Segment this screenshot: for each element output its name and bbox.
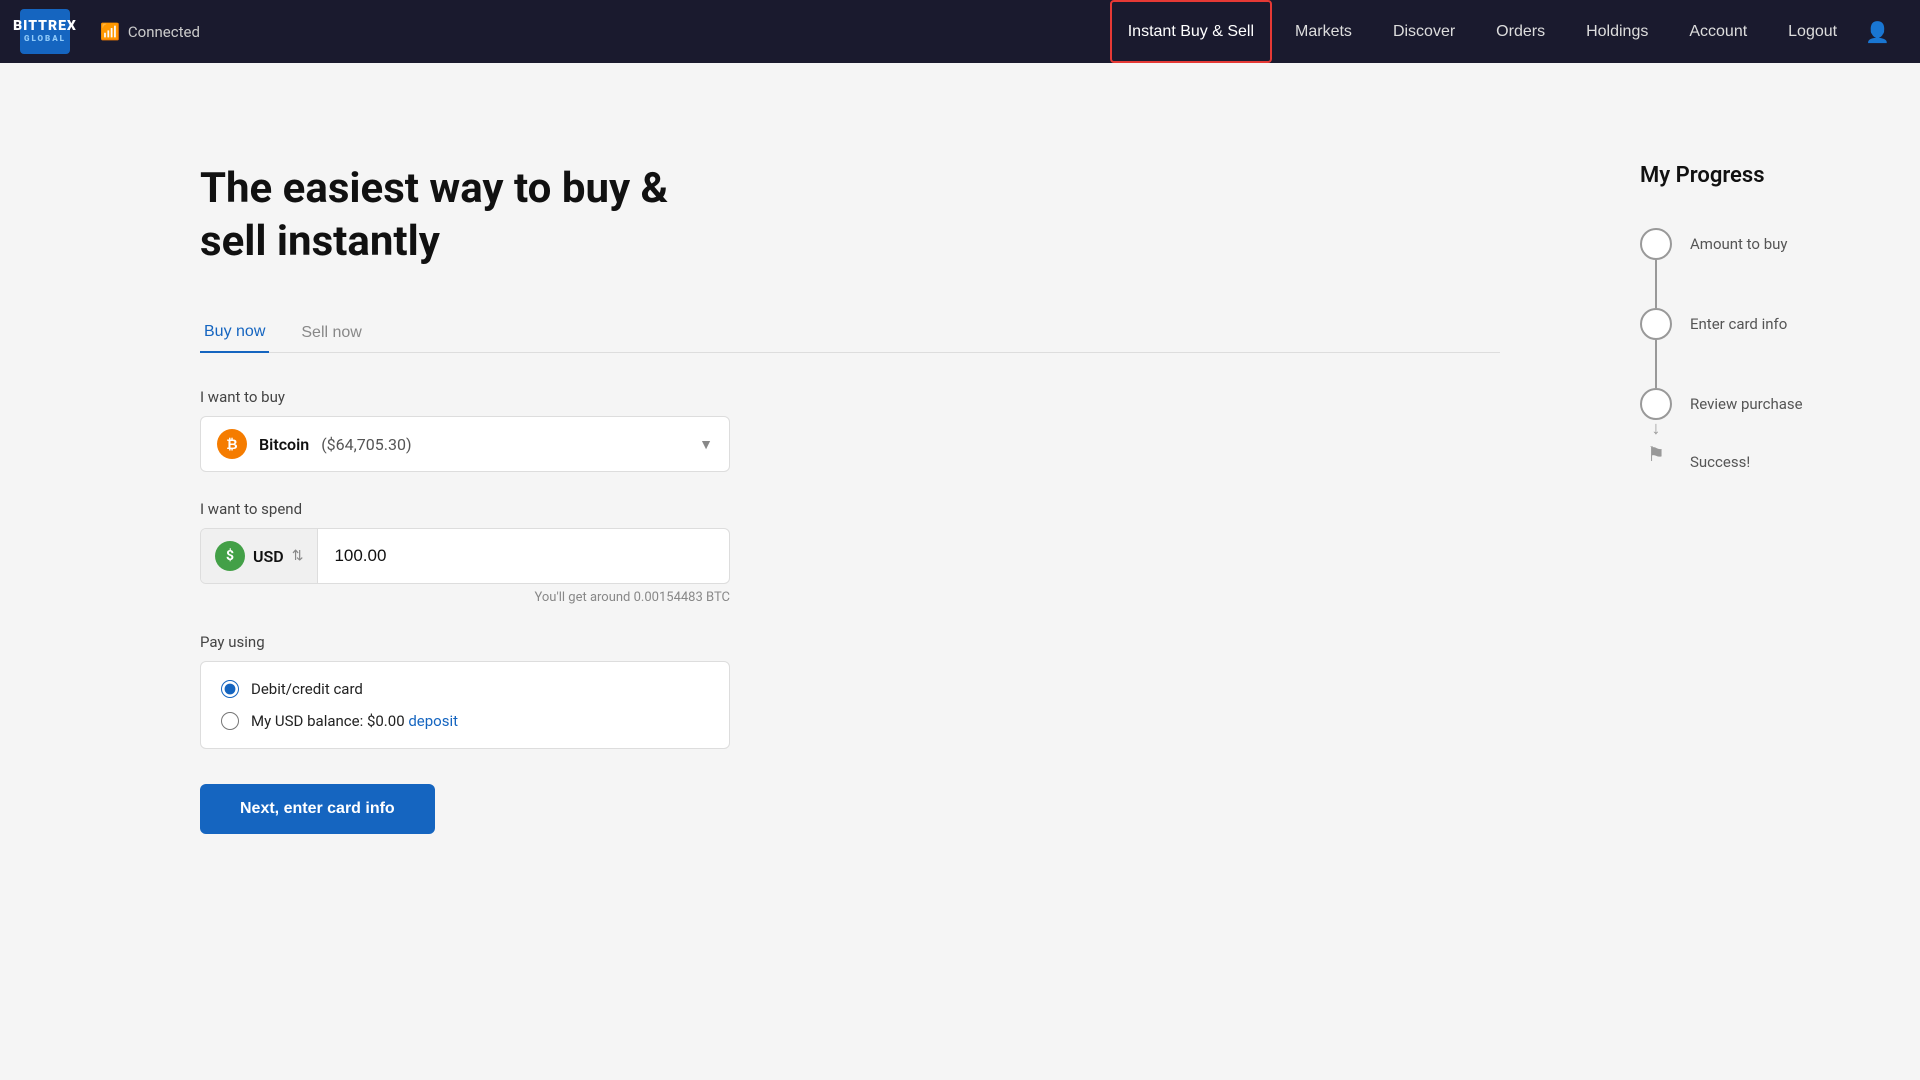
- currency-label: USD: [253, 547, 284, 566]
- pay-card-label: Debit/credit card: [251, 680, 363, 698]
- logo-icon: BITTREX GLOBAL: [20, 9, 70, 54]
- logo-top: BITTREX: [13, 19, 77, 34]
- navbar: BITTREX GLOBAL 📶 Connected Instant Buy &…: [0, 0, 1920, 63]
- currency-selector[interactable]: $ USD ⇅: [201, 529, 318, 583]
- nav-discover[interactable]: Discover: [1375, 0, 1473, 63]
- tabs: Buy now Sell now: [200, 313, 1500, 353]
- conversion-hint: You'll get around 0.00154483 BTC: [200, 590, 730, 605]
- steps-labels: Amount to buy Enter card info Review pur…: [1690, 228, 1803, 478]
- usd-icon: $: [215, 541, 245, 571]
- connected-label: Connected: [128, 23, 200, 41]
- tab-buy-now[interactable]: Buy now: [200, 313, 269, 353]
- connection-status: 📶 Connected: [100, 22, 200, 41]
- buy-label: I want to buy: [200, 388, 1500, 406]
- nav-instant-buy-sell[interactable]: Instant Buy & Sell: [1110, 0, 1272, 63]
- spend-label: I want to spend: [200, 500, 1500, 518]
- pay-option-card: Debit/credit card: [221, 680, 709, 698]
- currency-swap-icon[interactable]: ⇅: [292, 548, 304, 564]
- step-label-success: Success!: [1690, 446, 1803, 478]
- buy-form-group: I want to buy ₿ Bitcoin ($64,705.30) ▼: [200, 388, 1500, 472]
- pay-label: Pay using: [200, 633, 1500, 651]
- steps-connectors: ↓ ⚑: [1640, 228, 1672, 478]
- deposit-link[interactable]: deposit: [408, 712, 458, 730]
- step-label-card: Enter card info: [1690, 308, 1803, 340]
- spend-box: $ USD ⇅: [200, 528, 730, 584]
- arrow-down-icon: ↓: [1652, 420, 1661, 438]
- step-circle-1: [1640, 228, 1672, 260]
- pay-card-radio[interactable]: [221, 680, 239, 698]
- coin-name: Bitcoin: [259, 435, 309, 454]
- logo-area: BITTREX GLOBAL: [20, 9, 70, 54]
- coin-price: ($64,705.30): [321, 435, 411, 454]
- nav-markets[interactable]: Markets: [1277, 0, 1370, 63]
- connector-line-2: [1655, 340, 1657, 388]
- pay-option-balance: My USD balance: $0.00 deposit: [221, 712, 709, 730]
- flag-icon: ⚑: [1640, 438, 1672, 470]
- pay-box: Debit/credit card My USD balance: $0.00 …: [200, 661, 730, 749]
- step-circle-3: [1640, 388, 1672, 420]
- left-panel: The easiest way to buy & sell instantly …: [0, 63, 1580, 1080]
- progress-steps: ↓ ⚑ Amount to buy Enter card info Review…: [1640, 228, 1880, 478]
- coin-selector[interactable]: ₿ Bitcoin ($64,705.30) ▼: [200, 416, 730, 472]
- logo-bottom: GLOBAL: [24, 35, 66, 44]
- nav-holdings[interactable]: Holdings: [1568, 0, 1666, 63]
- step-label-review: Review purchase: [1690, 388, 1803, 420]
- bitcoin-icon: ₿: [217, 429, 247, 459]
- step-circle-2: [1640, 308, 1672, 340]
- pay-balance-radio[interactable]: [221, 712, 239, 730]
- nav-account[interactable]: Account: [1671, 0, 1765, 63]
- chevron-down-icon: ▼: [699, 436, 713, 453]
- tab-sell-now[interactable]: Sell now: [297, 313, 365, 352]
- nav-logout[interactable]: Logout: [1770, 0, 1855, 63]
- progress-title: My Progress: [1640, 163, 1880, 188]
- step-label-amount: Amount to buy: [1690, 228, 1803, 260]
- main-content: The easiest way to buy & sell instantly …: [0, 63, 1920, 1080]
- connector-line-1: [1655, 260, 1657, 308]
- spend-form-group: I want to spend $ USD ⇅ You'll get aroun…: [200, 500, 1500, 605]
- amount-input[interactable]: [318, 534, 729, 578]
- pay-form-group: Pay using Debit/credit card My USD balan…: [200, 633, 1500, 749]
- wifi-icon: 📶: [100, 22, 120, 41]
- pay-balance-label: My USD balance: $0.00 deposit: [251, 712, 458, 730]
- user-icon[interactable]: 👤: [1855, 20, 1900, 44]
- nav-orders[interactable]: Orders: [1478, 0, 1563, 63]
- next-button[interactable]: Next, enter card info: [200, 784, 435, 834]
- nav-links: Instant Buy & Sell Markets Discover Orde…: [1110, 0, 1855, 63]
- right-panel: My Progress ↓ ⚑ Amount to buy: [1580, 63, 1920, 1080]
- hero-title: The easiest way to buy & sell instantly: [200, 163, 740, 268]
